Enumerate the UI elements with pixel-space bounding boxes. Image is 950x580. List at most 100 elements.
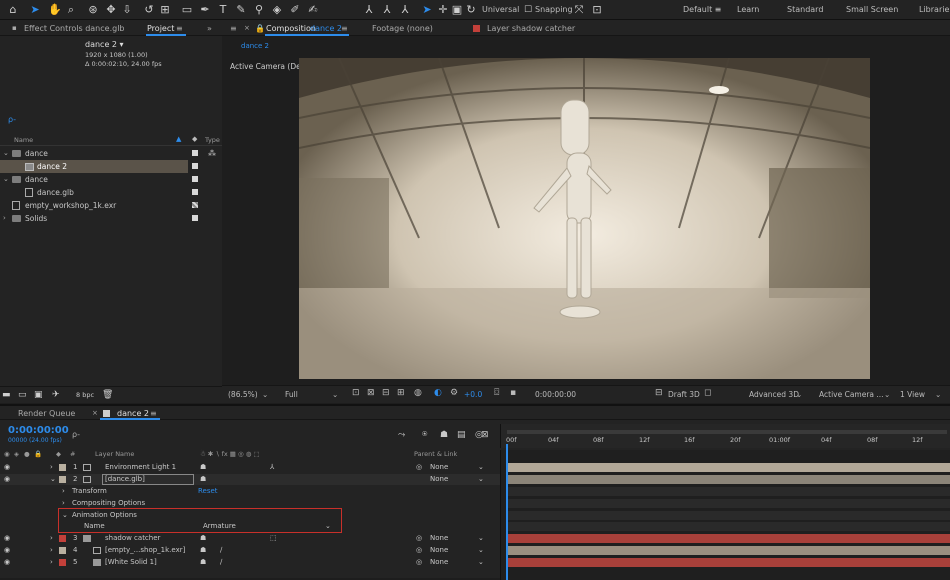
brush-tool-icon[interactable]: ✎ [234,3,248,17]
project-search-icon[interactable]: ρ- [8,115,16,124]
layer-row-4[interactable]: ◉ › 4 [empty_...shop_1k.exr] ☗ ∕ ◎ None … [0,545,500,556]
expand-triangle-icon[interactable]: › [50,557,53,568]
layer-bar-4[interactable] [506,546,950,555]
home-icon[interactable]: ⌂ [6,3,20,17]
quality-switch-icon[interactable]: ∕ [220,545,222,556]
draft-3d-timeline-icon[interactable]: ⍟ [422,430,427,440]
col-name[interactable]: Name [14,136,33,144]
workspace-default[interactable]: Default [683,5,712,14]
expand-triangle-icon[interactable]: › [50,545,53,556]
tab-project[interactable]: Project [147,24,174,33]
prop-animation-options[interactable]: ⌄ Animation Options [0,510,500,521]
layer-bar-5[interactable] [506,558,950,567]
tab-render-queue[interactable]: Render Queue [18,409,75,418]
layer-name[interactable]: Environment Light 1 [105,462,176,473]
3d-layer-icon[interactable]: ⅄ [270,462,274,473]
timeline-search-icon[interactable]: ρ- [72,430,80,439]
panel-menu-icon[interactable]: ≡ [176,24,183,33]
expand-triangle-icon[interactable]: ⌄ [3,147,9,160]
zoom-tool-icon[interactable]: ⌕ [64,3,78,17]
hand-tool-icon[interactable]: ✋ [48,3,62,17]
layer-row-5[interactable]: ◉ › 5 [White Solid 1] ☗ ∕ ◎ None ⌄ [0,557,500,568]
move-icon[interactable]: ✛ [436,3,450,17]
bpc-label[interactable]: 8 bpc [76,391,94,399]
number-column-icon[interactable]: # [70,450,75,458]
label-color-swatch[interactable] [59,547,66,554]
tab-dance-2[interactable]: dance 2 [117,409,149,418]
region-of-interest-icon[interactable]: ⊡ [352,388,360,398]
quality-switch-icon[interactable]: ∕ [220,557,222,568]
expand-triangle-icon[interactable]: ⌄ [3,173,9,186]
show-snapshot-icon[interactable]: ▪ [510,388,516,398]
expand-panels-icon[interactable]: » [207,24,212,33]
layer-name[interactable]: [White Solid 1] [105,557,157,568]
project-item-dance-glb[interactable]: dance.glb [0,186,222,199]
new-folder-icon[interactable]: ▭ [18,388,27,402]
draft-3d-toggle[interactable]: Draft 3D [668,390,700,399]
expand-triangle-icon[interactable]: › [50,462,53,473]
selection-tool-icon[interactable]: ➤ [28,3,42,17]
camera-view-dropdown[interactable]: Active Camera ... [819,390,884,399]
new-comp-icon[interactable]: ▣ [34,388,43,402]
time-ruler[interactable]: 00f 04f 08f 12f 16f 20f 01:00f 04f 08f 1… [500,424,950,448]
draft-3d-icon[interactable]: ⊟ [655,388,663,398]
col-parent-link[interactable]: Parent & Link [414,450,457,458]
renderer-dropdown[interactable]: Advanced 3D [749,390,799,399]
project-item-dance-2[interactable]: dance 2 [0,160,188,173]
parent-dropdown[interactable]: None [430,545,448,556]
parent-chevron-icon[interactable]: ⌄ [478,474,484,485]
quality-chevron-icon[interactable]: ⌄ [332,390,338,399]
eye-icon[interactable]: ◉ [4,462,10,473]
col-layer-name[interactable]: Layer Name [95,450,134,458]
playhead[interactable] [506,444,508,580]
parent-pickwhip-icon[interactable]: ◎ [416,545,422,556]
shy-switch-icon[interactable]: ☗ [200,545,206,556]
snap-option-icon[interactable]: ⤧ [572,3,586,17]
puppet-pin-icon[interactable]: ✍ [306,3,320,17]
eye-icon[interactable]: ◉ [4,557,10,568]
eye-icon[interactable]: ◉ [4,474,10,485]
expand-triangle-icon[interactable]: › [62,486,65,497]
layer-row-2[interactable]: ◉ ⌄ 2 [dance.glb] ☗ None ⌄ [0,474,500,485]
exposure-reset-icon[interactable]: ⚙ [450,388,458,398]
prop-transform[interactable]: › Transform Reset [0,486,500,497]
layer-name[interactable]: shadow catcher [105,533,160,544]
snapping-label[interactable]: Snapping [535,5,573,14]
shy-switch-icon[interactable]: ☗ [200,557,206,568]
workspace-small-screen[interactable]: Small Screen [846,5,898,14]
orbit-camera-icon[interactable]: ⊛ [86,3,100,17]
current-time-display[interactable]: 0:00:00:00 [535,390,576,399]
roto-brush-icon[interactable]: ✐ [288,3,302,17]
workspace-menu-icon[interactable]: ≡ [711,3,725,17]
tab-layer[interactable]: Layer shadow catcher [487,24,575,33]
interpret-footage-icon[interactable]: ▬ [2,388,11,402]
universal-select-icon[interactable]: ➤ [420,3,434,17]
type-tool-icon[interactable]: T [216,3,230,17]
workspace-libraries[interactable]: Librarie [919,5,949,14]
timecode-display[interactable]: 0:00:00:00 [8,425,69,436]
lock-icon[interactable]: 🔒 [255,24,265,33]
pan-camera-icon[interactable]: ✥ [104,3,118,17]
shy-switch-icon[interactable]: ☗ [200,533,206,544]
snapshot-icon[interactable]: ⌼ [494,388,499,398]
pan-behind-icon[interactable]: ⊞ [158,3,172,17]
snap-extra-icon[interactable]: ⊡ [590,3,604,17]
collapse-triangle-icon[interactable]: ⌄ [50,474,56,485]
tab-composition-name[interactable]: dance 2 [310,24,342,33]
3d-layer-icon[interactable]: ⬚ [270,533,277,544]
workspace-standard[interactable]: Standard [787,5,823,14]
layer-bar-1[interactable] [506,463,950,472]
shy-switch-icon[interactable]: ☗ [200,462,206,473]
parent-chevron-icon[interactable]: ⌄ [478,545,484,556]
composition-frame[interactable] [299,58,870,379]
layer-bar-2[interactable] [506,475,950,484]
quality-dropdown[interactable]: Full [285,390,298,399]
eraser-tool-icon[interactable]: ◈ [270,3,284,17]
expand-triangle-icon[interactable]: › [50,533,53,544]
project-item-dance-folder-2[interactable]: ⌄ dance [0,173,222,186]
clone-stamp-icon[interactable]: ⚲ [252,3,266,17]
axis-view-icon[interactable]: ⅄ [398,3,412,17]
label-color-swatch[interactable] [59,559,66,566]
project-item-dance-folder[interactable]: ⌄ dance ⁂ [0,147,222,160]
renderer-chevron-icon[interactable]: ⌄ [796,390,802,399]
